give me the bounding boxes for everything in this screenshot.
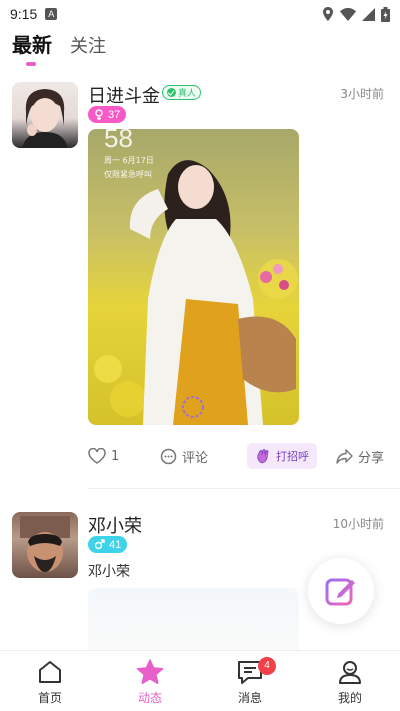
like-count: 1 (111, 448, 120, 464)
tab-active-indicator (26, 62, 36, 66)
comment-button[interactable]: 评论 (160, 447, 208, 466)
nav-profile[interactable]: 我的 (300, 651, 400, 711)
wifi-icon (340, 7, 356, 21)
nav-messages[interactable]: 消息 4 (200, 651, 300, 711)
comment-label: 评论 (182, 450, 209, 466)
post-text: 邓小荣 (88, 564, 130, 580)
post-username[interactable]: 邓小荣 (88, 512, 142, 538)
verified-label: 真人 (178, 89, 197, 99)
compose-button[interactable] (308, 558, 374, 624)
nav-moments[interactable]: 动态 (100, 651, 200, 711)
greet-label: 打招呼 (276, 450, 309, 463)
nav-messages-label: 消息 (237, 691, 262, 705)
profile-icon (339, 661, 361, 684)
post-time: 10小时前 (332, 517, 384, 531)
avatar[interactable] (12, 82, 78, 148)
avatar-portrait (20, 516, 70, 572)
share-button[interactable]: 分享 (336, 447, 384, 466)
edit-icon (325, 578, 355, 606)
status-time: 9:15 (10, 6, 38, 22)
level-badge: 37 (88, 106, 127, 123)
tab-following[interactable]: 关注 (70, 32, 106, 64)
avatar[interactable] (12, 512, 78, 578)
female-gender-icon (95, 109, 103, 120)
nav-profile-label: 我的 (337, 691, 362, 705)
nav-home[interactable]: 首页 (0, 651, 100, 711)
tab-following-label: 关注 (70, 36, 106, 57)
home-icon (39, 661, 61, 683)
photo-date: 周一 6月17日 (104, 156, 154, 165)
post-photo[interactable]: 58 周一 6月17日 仅限紧急呼叫 (88, 129, 299, 425)
battery-icon (381, 6, 390, 22)
post-actions: 1 评论 打招呼 分享 (88, 442, 388, 470)
photo-clock: 58 (104, 129, 133, 153)
like-button[interactable]: 1 (88, 448, 119, 464)
status-bar: 9:15 A (0, 0, 400, 28)
tab-latest-label: 最新 (12, 33, 52, 57)
post-photo[interactable] (88, 588, 299, 650)
male-gender-icon (94, 539, 105, 550)
share-icon (336, 448, 353, 464)
notification-icon: A (45, 8, 58, 20)
avatar-portrait (22, 89, 68, 148)
signal-icon (362, 7, 375, 21)
post-divider (88, 488, 400, 489)
share-label: 分享 (358, 450, 385, 466)
photo-note: 仅限紧急呼叫 (104, 170, 152, 179)
level-value: 41 (109, 538, 122, 551)
verified-badge: 真人 (162, 85, 202, 100)
level-value: 37 (108, 108, 121, 121)
comment-icon (160, 448, 177, 464)
nav-home-label: 首页 (37, 691, 62, 705)
greet-button[interactable]: 打招呼 (247, 443, 317, 469)
post-username[interactable]: 日进斗金 (88, 82, 160, 108)
level-badge: 41 (88, 536, 128, 553)
star-icon (136, 659, 164, 685)
post-time: 3小时前 (340, 87, 384, 101)
status-icons (322, 6, 390, 22)
check-icon (167, 88, 176, 97)
feed-tabs: 最新 关注 (12, 28, 106, 66)
bottom-nav: 首页 动态 消息 4 我的 (0, 650, 400, 711)
unread-badge: 4 (258, 657, 276, 675)
tab-latest[interactable]: 最新 (12, 29, 52, 66)
wave-hand-icon (257, 449, 269, 464)
heart-icon (88, 448, 106, 464)
nav-moments-label: 动态 (137, 691, 162, 705)
location-icon (323, 7, 333, 21)
